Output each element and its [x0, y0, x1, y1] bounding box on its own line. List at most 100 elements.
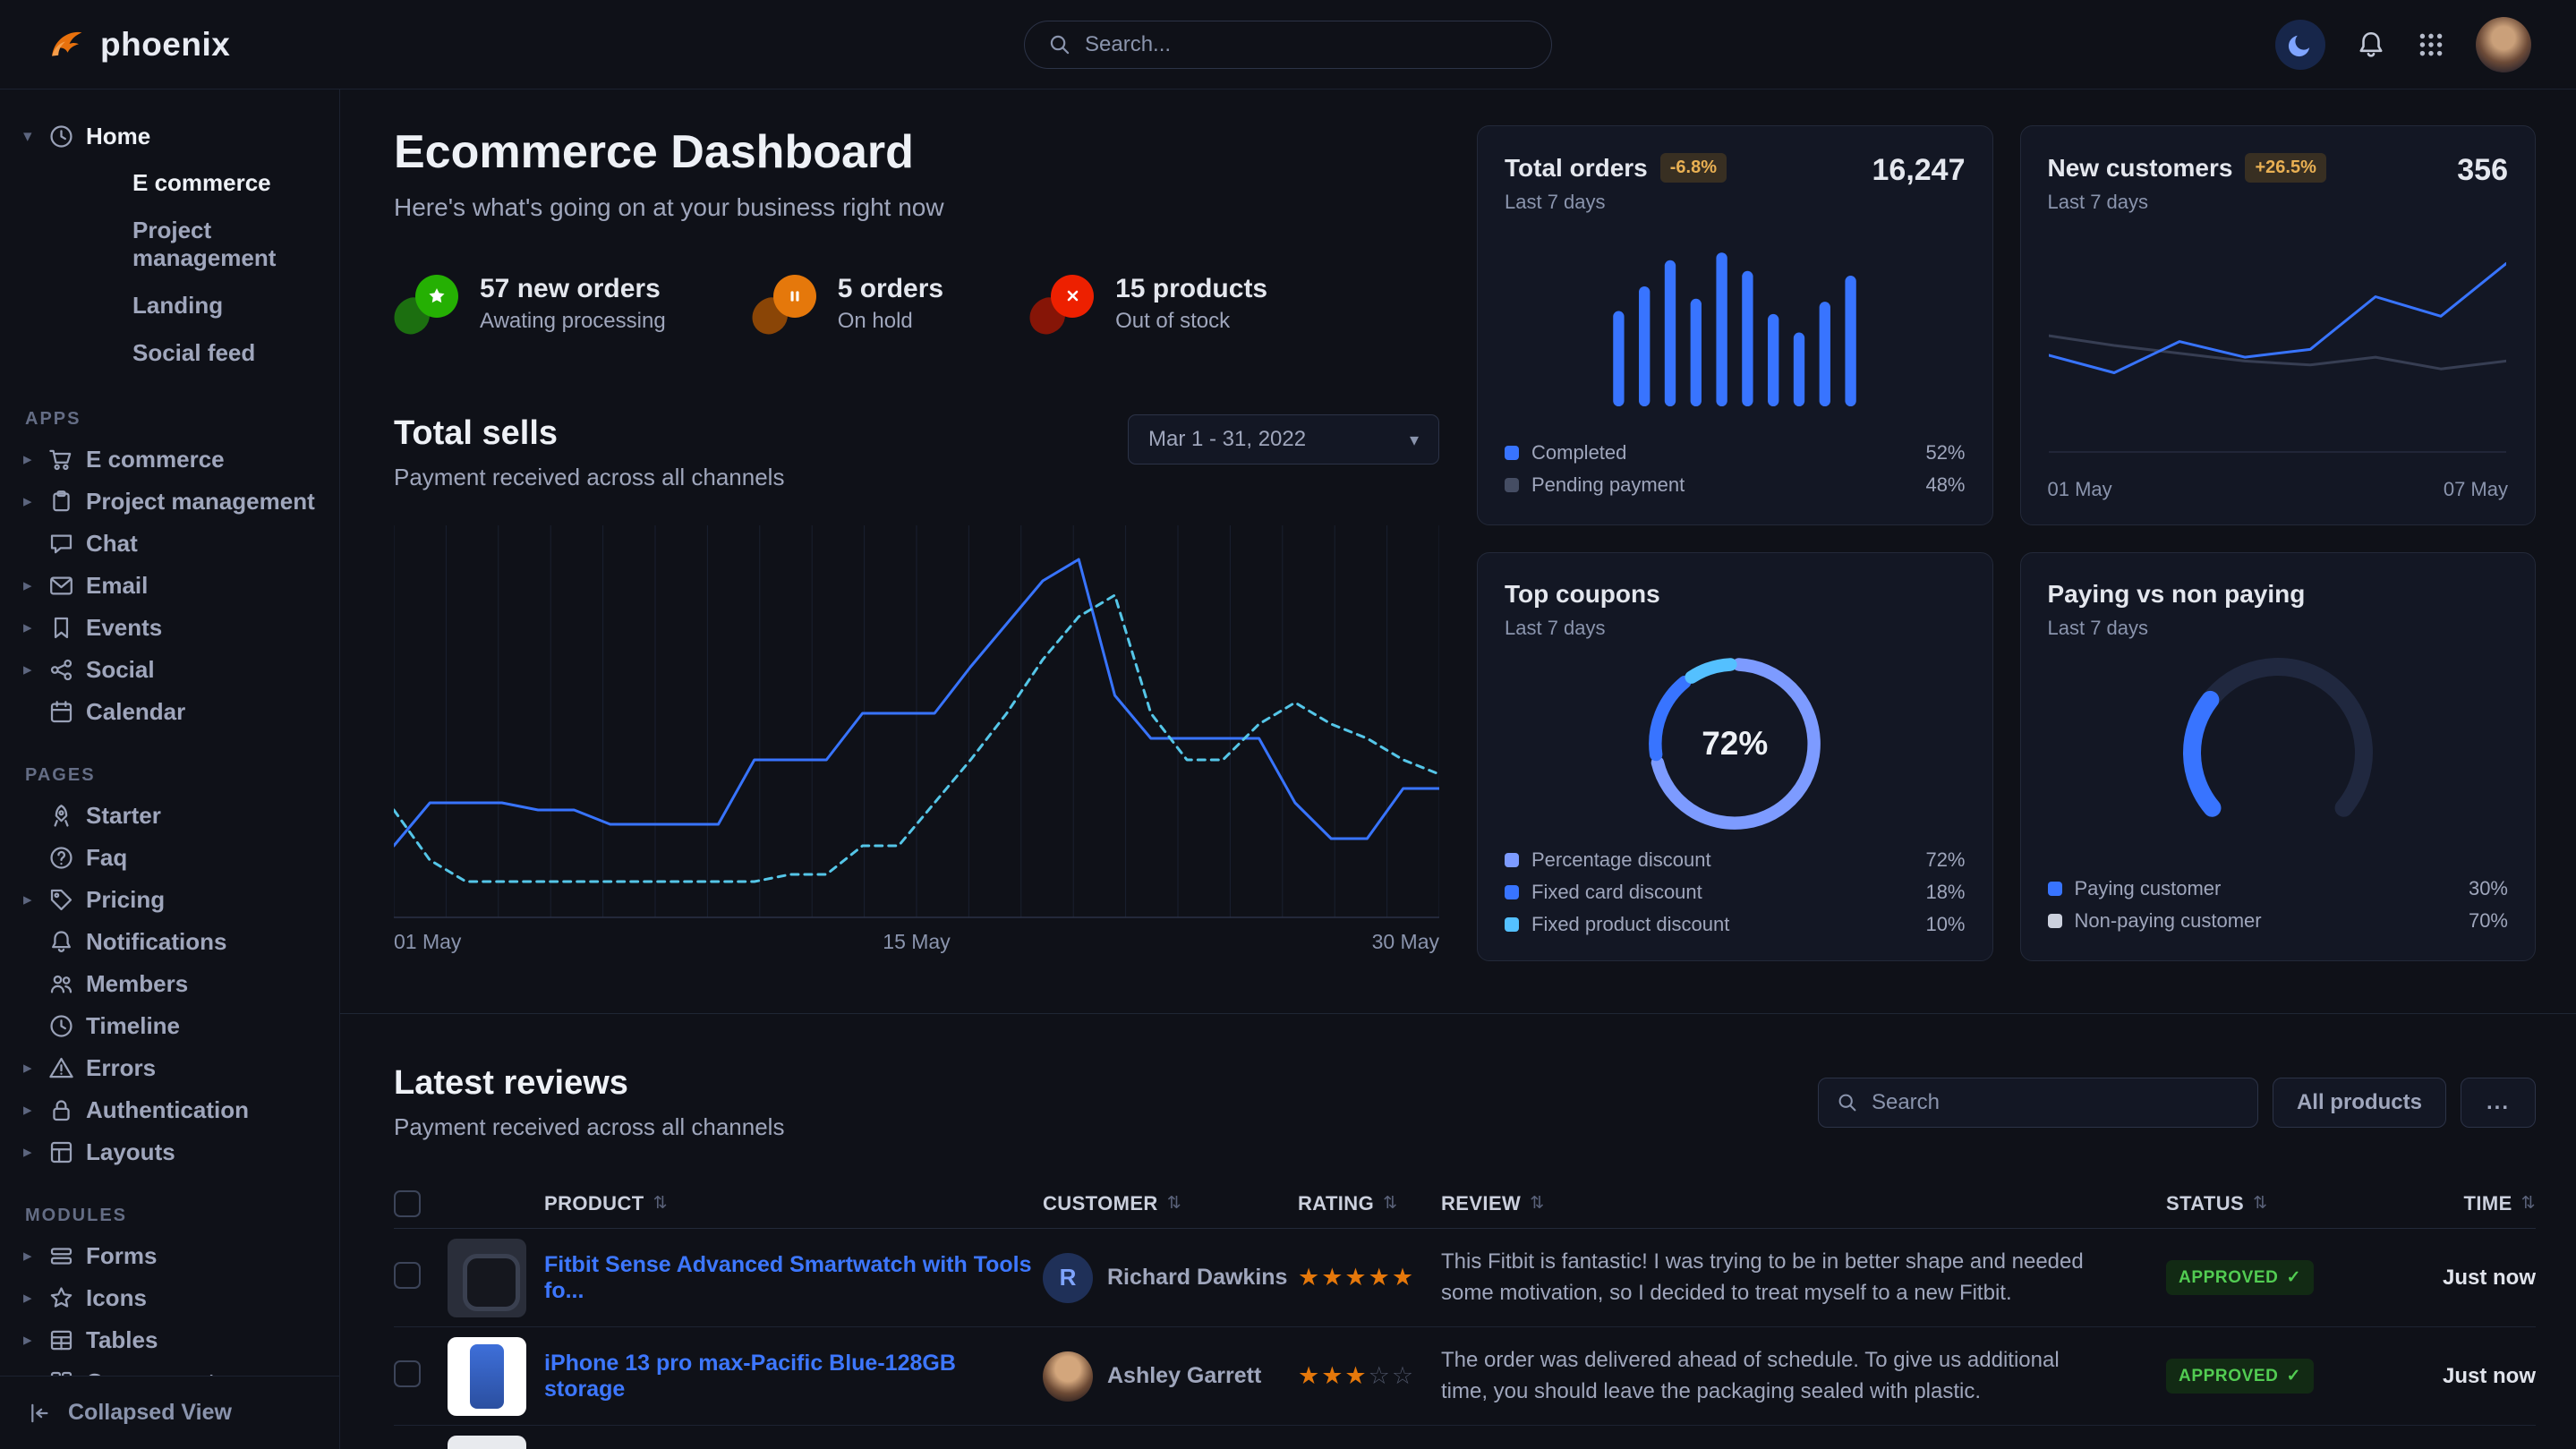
section-label-modules: MODULES — [25, 1206, 339, 1226]
rating-stars: ★★★★★ — [1298, 1264, 1441, 1291]
sidebar-item-tables[interactable]: ▸ Tables — [0, 1319, 339, 1361]
total-orders-value: 16,247 — [1872, 153, 1966, 188]
reviews-search[interactable] — [1818, 1078, 2258, 1128]
card-period: Last 7 days — [1505, 617, 1660, 640]
page-title: Ecommerce Dashboard — [394, 125, 1439, 179]
product-link[interactable]: Fitbit Sense Advanced Smartwatch with To… — [544, 1252, 1043, 1304]
sidebar-item-timeline[interactable]: Timeline — [0, 1005, 339, 1047]
sidebar-item-label: Home — [86, 123, 150, 150]
sidebar-item-errors[interactable]: ▸ Errors — [0, 1047, 339, 1089]
legend-label: Non-paying customer — [2075, 909, 2262, 933]
envelope-icon — [48, 573, 86, 599]
select-all-checkbox[interactable] — [394, 1190, 421, 1217]
collapse-sidebar-button[interactable]: Collapsed View — [0, 1376, 339, 1449]
kpi-cards: Total orders -6.8% Last 7 days 16,247 Co… — [1477, 125, 2536, 961]
sort-icon[interactable]: ⇅ — [2521, 1193, 2536, 1214]
sidebar-item-calendar[interactable]: Calendar — [0, 691, 339, 733]
column-header-time[interactable]: TIME — [2464, 1192, 2512, 1215]
sort-icon[interactable]: ⇅ — [1530, 1193, 1544, 1214]
column-header-review[interactable]: REVIEW — [1441, 1192, 1521, 1215]
notifications-button[interactable] — [2356, 30, 2386, 60]
x-tick: 01 May — [2048, 478, 2112, 501]
legend-label: Fixed card discount — [1531, 881, 1702, 904]
sidebar-item-ecommerce[interactable]: E commerce — [0, 159, 339, 207]
dashboard-left: Ecommerce Dashboard Here's what's going … — [394, 125, 1439, 961]
chevron-right-icon: ▸ — [23, 575, 48, 596]
sidebar-item-faq[interactable]: Faq — [0, 837, 339, 879]
sidebar-item-ecommerce-app[interactable]: ▸ E commerce — [0, 439, 339, 481]
sort-icon[interactable]: ⇅ — [2253, 1193, 2267, 1214]
customer-avatar[interactable]: R — [1043, 1253, 1093, 1303]
sidebar-item-label: Faq — [86, 844, 127, 872]
sidebar-item-pricing[interactable]: ▸ Pricing — [0, 879, 339, 921]
section-label-pages: PAGES — [25, 765, 339, 786]
topbar: phoenix — [0, 0, 2576, 89]
sidebar-item-landing[interactable]: Landing — [0, 282, 339, 329]
chevron-right-icon: ▸ — [23, 1142, 48, 1163]
lock-icon — [48, 1097, 86, 1123]
sidebar-item-events[interactable]: ▸ Events — [0, 607, 339, 649]
sidebar-item-email[interactable]: ▸ Email — [0, 565, 339, 607]
layout-icon — [48, 1139, 86, 1165]
sidebar-item-social[interactable]: ▸ Social — [0, 649, 339, 691]
sidebar-item-components[interactable]: ▸ Components — [0, 1361, 339, 1376]
sidebar-item-layouts[interactable]: ▸ Layouts — [0, 1131, 339, 1173]
legend-value: 30% — [2469, 877, 2508, 900]
product-image-iphone[interactable] — [448, 1337, 526, 1416]
sidebar-item-starter[interactable]: Starter — [0, 795, 339, 837]
product-image-smartwatch[interactable] — [448, 1239, 526, 1317]
sidebar-item-icons[interactable]: ▸ Icons — [0, 1277, 339, 1319]
total-sells-subtitle: Payment received across all channels — [394, 464, 784, 491]
stat-value: 57 new orders — [480, 274, 666, 304]
column-header-customer[interactable]: CUSTOMER — [1043, 1192, 1158, 1215]
sidebar-item-label: Email — [86, 572, 148, 600]
search-input[interactable] — [1085, 32, 1528, 57]
clock-icon — [48, 124, 86, 149]
row-checkbox[interactable] — [394, 1360, 421, 1387]
brand-logo[interactable]: phoenix — [45, 24, 230, 65]
sidebar-item-label: Icons — [86, 1284, 147, 1312]
legend-value: 18% — [1925, 881, 1965, 904]
column-header-status[interactable]: STATUS — [2166, 1192, 2244, 1215]
column-header-rating[interactable]: RATING — [1298, 1192, 1374, 1215]
column-header-product[interactable]: PRODUCT — [544, 1192, 644, 1215]
date-range-select[interactable]: Mar 1 - 31, 2022 ▾ — [1128, 414, 1439, 465]
collapse-icon — [27, 1401, 52, 1426]
quick-stats: 57 new orders Awating processing 5 order… — [394, 274, 1439, 334]
sidebar-item-project-management-app[interactable]: ▸ Project management — [0, 481, 339, 523]
user-avatar[interactable] — [2476, 17, 2531, 72]
orders-legend: Completed 52% Pending payment 48% — [1505, 437, 1966, 501]
cart-icon — [48, 447, 86, 473]
rocket-icon — [48, 803, 86, 829]
sidebar-item-home[interactable]: ▾ Home — [0, 113, 339, 159]
card-period: Last 7 days — [2048, 191, 2326, 214]
sort-icon[interactable]: ⇅ — [1167, 1193, 1181, 1214]
sidebar-item-notifications[interactable]: Notifications — [0, 921, 339, 963]
customer-avatar[interactable] — [1043, 1351, 1093, 1402]
row-checkbox[interactable] — [394, 1262, 421, 1289]
review-text: The order was delivered ahead of schedul… — [1441, 1345, 2166, 1408]
sidebar-item-social-feed[interactable]: Social feed — [0, 329, 339, 377]
status-badge: APPROVED✓ — [2166, 1359, 2314, 1394]
all-products-button[interactable]: All products — [2273, 1078, 2446, 1128]
sidebar-item-members[interactable]: Members — [0, 963, 339, 1005]
global-search[interactable] — [1024, 21, 1552, 69]
sort-icon[interactable]: ⇅ — [1383, 1193, 1397, 1214]
more-options-button[interactable]: ... — [2461, 1078, 2536, 1128]
product-image[interactable] — [448, 1436, 526, 1449]
apps-menu-button[interactable] — [2417, 30, 2445, 59]
sidebar-item-chat[interactable]: Chat — [0, 523, 339, 565]
theme-toggle-button[interactable] — [2275, 20, 2325, 70]
product-link[interactable]: iPhone 13 pro max-Pacific Blue-128GB sto… — [544, 1351, 1043, 1402]
chevron-right-icon: ▸ — [23, 491, 48, 512]
sort-icon[interactable]: ⇅ — [653, 1193, 668, 1214]
date-range-value: Mar 1 - 31, 2022 — [1148, 427, 1306, 452]
review-time: Just now — [2443, 1364, 2536, 1389]
reviews-search-input[interactable] — [1872, 1090, 2239, 1115]
stat-caption: Out of stock — [1115, 309, 1267, 334]
sidebar-item-project-management[interactable]: Project management — [0, 207, 339, 282]
x-tick: 30 May — [1372, 930, 1439, 954]
sidebar-item-authentication[interactable]: ▸ Authentication — [0, 1089, 339, 1131]
stat-on-hold: 5 orders On hold — [752, 274, 943, 334]
sidebar-item-forms[interactable]: ▸ Forms — [0, 1235, 339, 1277]
